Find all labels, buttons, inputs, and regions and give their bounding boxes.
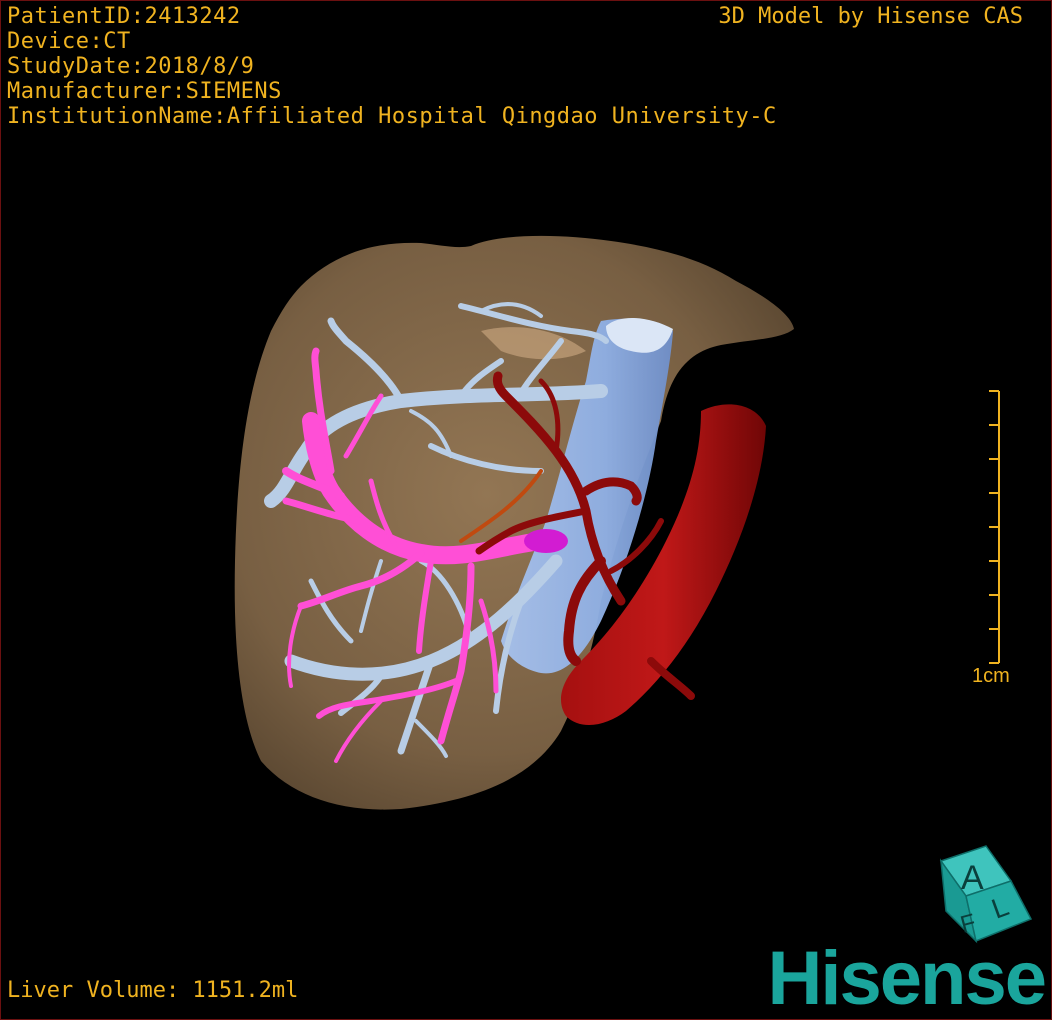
orientation-cube[interactable]: A F L (931, 841, 1041, 951)
cube-face-a[interactable]: A (961, 859, 984, 897)
scale-bar-label: 1cm (972, 665, 1010, 687)
hisense-logo: Hisense (767, 936, 1047, 1020)
patient-id-text: PatientID:2413242 (7, 4, 241, 29)
device-text: Device:CT (7, 29, 131, 54)
study-date-text: StudyDate:2018/8/9 (7, 54, 255, 79)
portal-vein-confluence (524, 529, 568, 553)
institution-text: InstitutionName:Affiliated Hospital Qing… (7, 104, 777, 129)
model-credit-text: 3D Model by Hisense CAS (718, 4, 1023, 29)
scale-bar (989, 390, 1000, 664)
3d-viewport[interactable]: PatientID:2413242 Device:CT StudyDate:20… (0, 0, 1052, 1020)
manufacturer-text: Manufacturer:SIEMENS (7, 79, 282, 104)
liver-volume-text: Liver Volume: 1151.2ml (7, 978, 299, 1003)
liver-3d-model[interactable] (1, 1, 1051, 1019)
